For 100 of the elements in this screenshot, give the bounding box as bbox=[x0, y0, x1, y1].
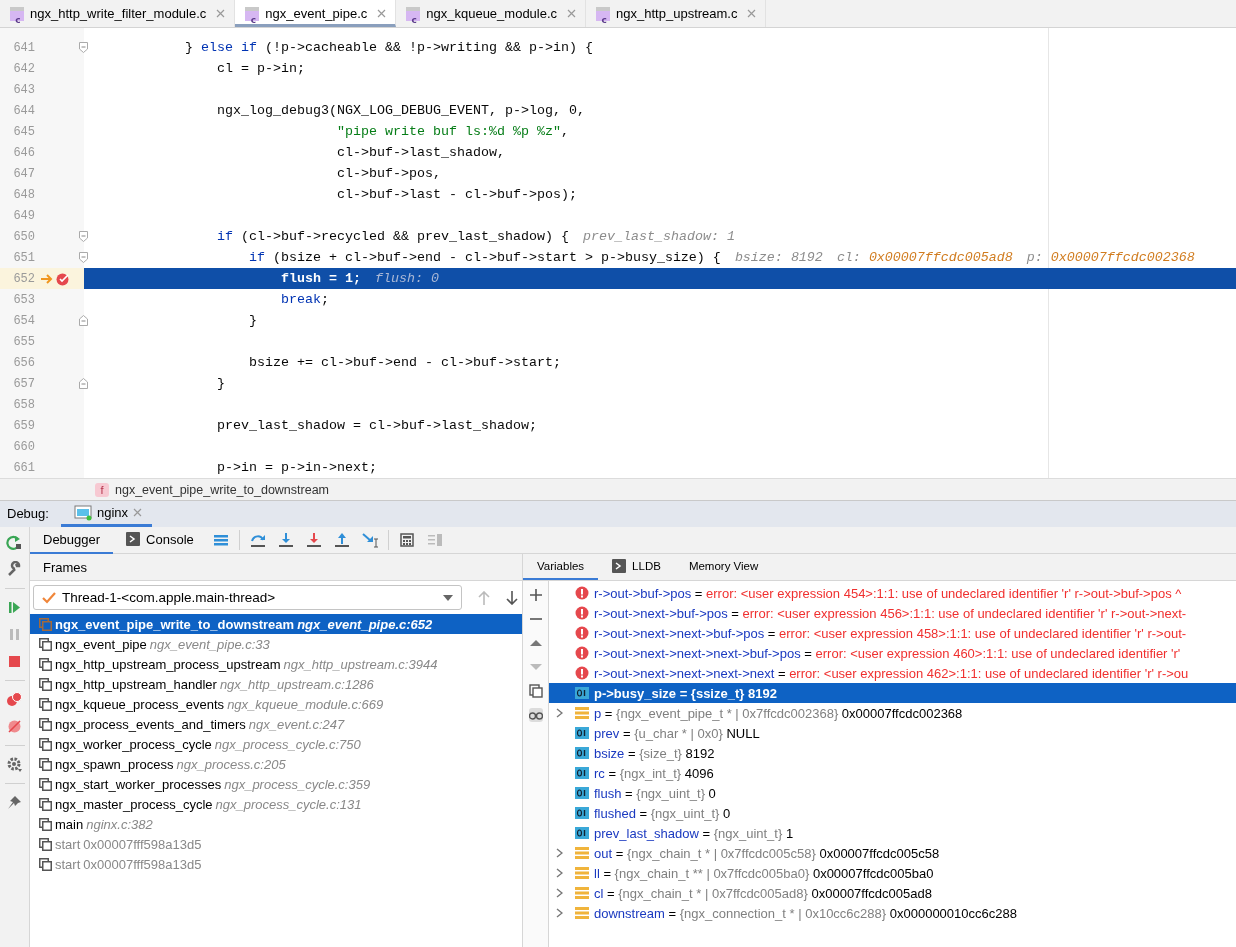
panel-tab[interactable]: Memory View bbox=[674, 554, 773, 580]
variable-row[interactable]: rc = {ngx_int_t} 4096 bbox=[549, 763, 1236, 783]
variable-row[interactable]: ll = {ngx_chain_t ** | 0x7ffcdc005ba0} 0x00007ffcdc005ba0 bbox=[549, 863, 1236, 883]
variable-row[interactable]: r->out->buf->pos = error: <user expression 454>:1:1: use of undeclared identifier 'r' r->out->buf->pos ^ bbox=[549, 583, 1236, 603]
fold-marker-icon[interactable] bbox=[79, 231, 88, 242]
variable-row[interactable]: r->out->next->next->buf->pos = error: <user expression 458>:1:1: use of undeclared identifier 'r' r->out- bbox=[549, 623, 1236, 643]
line-number: 657 bbox=[12, 376, 35, 391]
stack-frame[interactable]: ngx_master_process_cycle ngx_process_cycle.c:131 bbox=[30, 794, 522, 814]
variable-text: p = {ngx_event_pipe_t * | 0x7ffcdc002368} 0x00007ffcdc002368 bbox=[594, 705, 963, 721]
line-number: 655 bbox=[12, 334, 35, 349]
stack-frame[interactable]: ngx_http_upstream_process_upstream ngx_http_upstream.c:3944 bbox=[30, 654, 522, 674]
breadcrumb-item[interactable]: ngx_event_pipe_write_to_downstream bbox=[115, 482, 330, 497]
primitive-icon bbox=[575, 767, 589, 779]
stack-frame[interactable]: ngx_start_worker_processes ngx_process_cycle.c:359 bbox=[30, 774, 522, 794]
function-badge: f bbox=[95, 482, 109, 497]
stack-frame[interactable]: ngx_worker_process_cycle ngx_process_cycle.c:750 bbox=[30, 734, 522, 754]
arrow-down-icon[interactable] bbox=[506, 590, 518, 605]
error-icon bbox=[575, 646, 589, 660]
debugger-tab[interactable]: Console bbox=[113, 526, 207, 554]
run-to-cursor-icon[interactable] bbox=[361, 532, 378, 548]
stop-icon[interactable] bbox=[6, 653, 23, 670]
variable-row[interactable]: p = {ngx_event_pipe_t * | 0x7ffcdc002368} 0x00007ffcdc002368 bbox=[549, 703, 1236, 723]
variable-text: r->out->next->next->buf->pos = error: <user expression 458>:1:1: use of undeclared identifier 'r' r->out- bbox=[594, 625, 1187, 641]
variable-row[interactable]: flush = {ngx_uint_t} 0 bbox=[549, 783, 1236, 803]
variable-row[interactable]: prev = {u_char * | 0x0} NULL bbox=[549, 723, 1236, 743]
stack-frame[interactable]: ngx_spawn_process ngx_process.c:205 bbox=[30, 754, 522, 774]
step-out-icon[interactable] bbox=[333, 532, 350, 548]
variable-row[interactable]: flushed = {ngx_uint_t} 0 bbox=[549, 803, 1236, 823]
rerun-icon[interactable] bbox=[6, 534, 23, 551]
stack-frame[interactable]: ngx_process_events_and_timers ngx_event.c:247 bbox=[30, 714, 522, 734]
settings-icon[interactable] bbox=[6, 756, 23, 773]
variable-text: r->out->next->buf->pos = error: <user expression 456>:1:1: use of undeclared identifier 'r' r->out->next- bbox=[594, 605, 1187, 621]
inline-value-hint: bsize: 8192 bbox=[734, 250, 823, 265]
variable-text: flushed = {ngx_uint_t} 0 bbox=[594, 805, 731, 821]
variable-text: prev = {u_char * | 0x0} NULL bbox=[594, 725, 760, 741]
fold-marker-icon[interactable] bbox=[79, 315, 88, 326]
variable-row[interactable]: p->busy_size = {ssize_t} 8192 bbox=[549, 683, 1236, 703]
variable-text: cl = {ngx_chain_t * | 0x7ffcdc005ad8} 0x00007ffcdc005ad8 bbox=[594, 885, 932, 901]
step-over-icon[interactable] bbox=[249, 532, 266, 548]
pin-icon[interactable] bbox=[6, 794, 23, 811]
frame-icon bbox=[39, 797, 52, 811]
close-icon[interactable] bbox=[747, 9, 757, 18]
primitive-icon bbox=[575, 747, 589, 759]
variable-row[interactable]: cl = {ngx_chain_t * | 0x7ffcdc005ad8} 0x00007ffcdc005ad8 bbox=[549, 883, 1236, 903]
code-line: } else if (!p->cacheable && !p->writing && p->in) { bbox=[183, 40, 593, 55]
fold-marker-icon[interactable] bbox=[79, 378, 88, 389]
line-number: 650 bbox=[12, 229, 35, 244]
step-into-icon[interactable] bbox=[277, 532, 294, 548]
struct-icon bbox=[575, 906, 589, 920]
panel-label: Debug: bbox=[6, 506, 50, 523]
variable-row[interactable]: downstream = {ngx_connection_t * | 0x10cc6c288} 0x000000010cc6c288 bbox=[549, 903, 1236, 923]
stack-frame[interactable]: ngx_http_upstream_handler ngx_http_upstream.c:1286 bbox=[30, 674, 522, 694]
close-icon[interactable] bbox=[567, 9, 577, 18]
stack-frame[interactable]: ngx_kqueue_process_events ngx_kqueue_module.c:669 bbox=[30, 694, 522, 714]
breakpoints-icon[interactable] bbox=[6, 691, 23, 708]
code-line: } bbox=[215, 376, 225, 391]
editor-tab[interactable]: c ngx_kqueue_module.c bbox=[396, 0, 587, 27]
glasses-icon[interactable] bbox=[528, 708, 543, 722]
code-line: if (cl->buf->recycled && prev_last_shadow) { bbox=[215, 229, 569, 244]
add-icon[interactable] bbox=[528, 588, 543, 602]
variable-row[interactable]: r->out->next->next->next->next = error: <user expression 462>:1:1: use of undeclared identifier 'r' r->ou bbox=[549, 663, 1236, 683]
editor-tab[interactable]: c ngx_event_pipe.c bbox=[235, 0, 397, 27]
thread-dropdown[interactable]: Thread-1-<com.apple.main-thread> bbox=[33, 585, 462, 610]
variable-row[interactable]: bsize = {size_t} 8192 bbox=[549, 743, 1236, 763]
fold-marker-icon[interactable] bbox=[79, 42, 88, 53]
frame-icon bbox=[39, 677, 52, 691]
calculator-icon[interactable] bbox=[398, 532, 415, 548]
variable-row[interactable]: r->out->next->buf->pos = error: <user expression 456>:1:1: use of undeclared identifier 'r' r->out->next- bbox=[549, 603, 1236, 623]
resume-icon[interactable] bbox=[6, 599, 23, 616]
force-step-into-icon[interactable] bbox=[305, 532, 322, 548]
breakpoint-icon[interactable] bbox=[56, 271, 70, 286]
line-number: 641 bbox=[12, 40, 35, 55]
struct-icon bbox=[575, 866, 589, 880]
mute-breakpoints-icon[interactable] bbox=[6, 718, 23, 735]
stack-frame[interactable]: start 0x00007fff598a13d5 bbox=[30, 854, 522, 874]
stack-frame[interactable]: ngx_event_pipe ngx_event_pipe.c:33 bbox=[30, 634, 522, 654]
close-icon[interactable] bbox=[377, 9, 387, 18]
line-number: 651 bbox=[12, 250, 35, 265]
stack-frame[interactable]: ngx_event_pipe_write_to_downstream ngx_event_pipe.c:652 bbox=[30, 614, 522, 634]
code-line: if (bsize + cl->buf->end - cl->buf->start > p->busy_size) { bbox=[247, 250, 721, 265]
variable-row[interactable]: prev_last_shadow = {ngx_uint_t} 1 bbox=[549, 823, 1236, 843]
primitive-icon bbox=[575, 687, 589, 699]
error-icon bbox=[575, 666, 589, 680]
close-icon[interactable] bbox=[133, 508, 142, 517]
copy-icon[interactable] bbox=[528, 684, 543, 698]
variable-row[interactable]: out = {ngx_chain_t * | 0x7ffcdc005c58} 0x00007ffcdc005c58 bbox=[549, 843, 1236, 863]
variable-text: r->out->next->next->next->next = error: <user expression 462>:1:1: use of undeclared identifier 'r' r->ou bbox=[594, 665, 1189, 681]
line-number: 653 bbox=[12, 292, 35, 307]
code-line: p->in = p->in->next; bbox=[215, 460, 377, 475]
stack-frame[interactable]: main nginx.c:382 bbox=[30, 814, 522, 834]
frame-icon bbox=[39, 697, 52, 711]
close-icon[interactable] bbox=[216, 9, 226, 18]
wrench-icon[interactable] bbox=[6, 561, 23, 578]
stack-frame[interactable]: start 0x00007fff598a13d5 bbox=[30, 834, 522, 854]
panel-tab[interactable]: LLDB bbox=[598, 554, 675, 580]
editor-tab[interactable]: c ngx_http_upstream.c bbox=[586, 0, 767, 27]
variable-row[interactable]: r->out->next->next->next->buf->pos = error: <user expression 460>:1:1: use of undeclared identifier 'r' bbox=[549, 643, 1236, 663]
code-line: cl->buf->pos, bbox=[335, 166, 441, 181]
frame-icon bbox=[39, 817, 52, 831]
fold-marker-icon[interactable] bbox=[79, 252, 88, 263]
